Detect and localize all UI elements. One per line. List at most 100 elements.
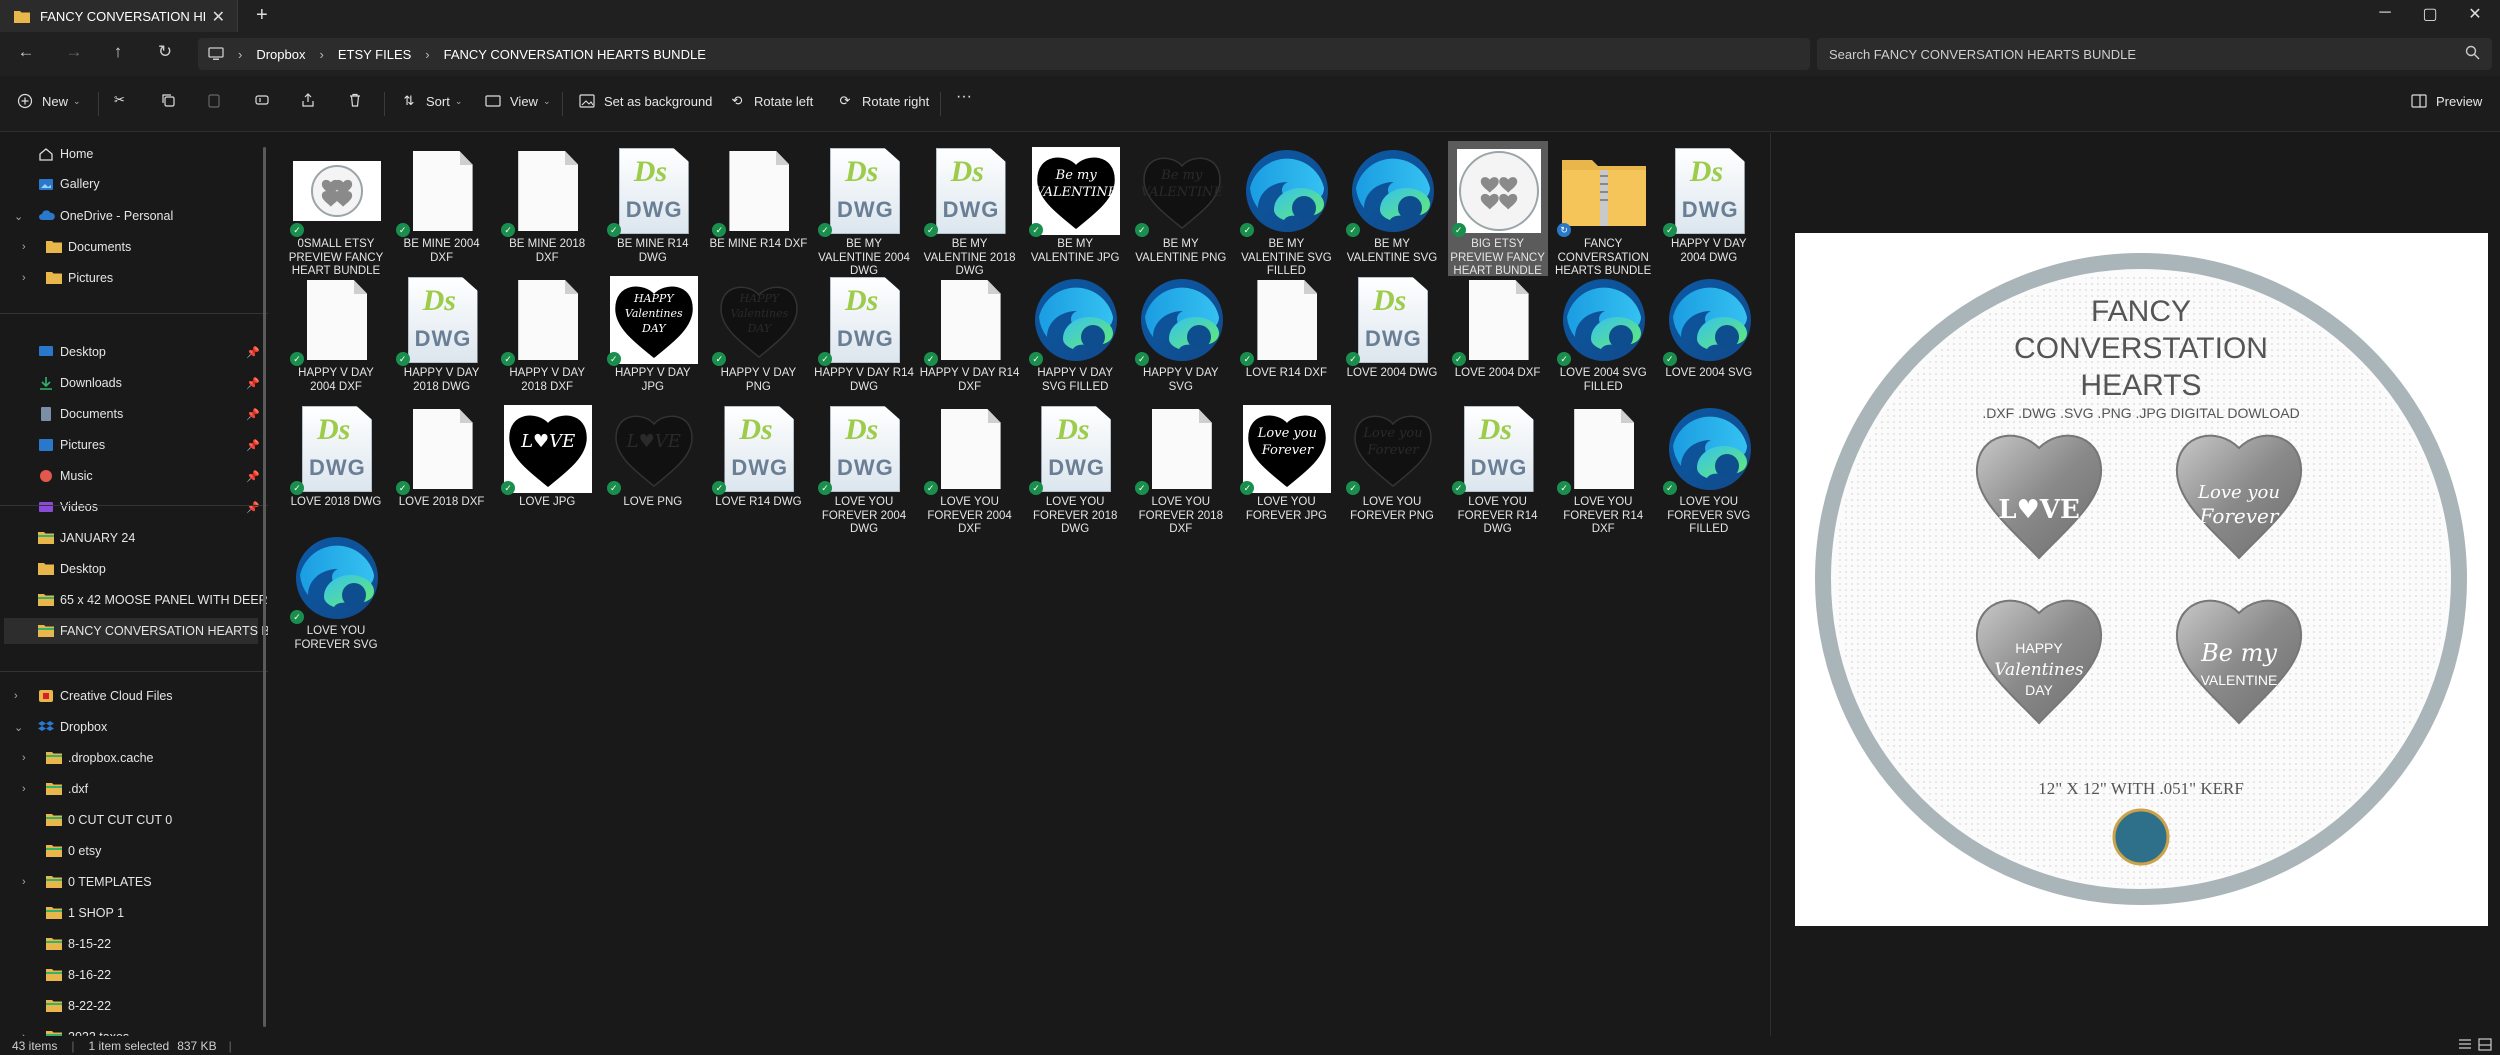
file-item[interactable]: Ds DWG ✓ BE MY VALENTINE 2018 DWG bbox=[920, 141, 1020, 277]
sidebar-item-onedrive[interactable]: ⌄ OneDrive - Personal bbox=[4, 203, 258, 229]
file-item[interactable]: ✓ BE MINE 2004 DXF bbox=[392, 141, 492, 276]
search-box[interactable] bbox=[1817, 38, 2492, 70]
sort-button[interactable]: ⇅ Sort ⌄ bbox=[400, 92, 463, 110]
file-item[interactable]: Ds DWG ✓ LOVE 2004 DWG bbox=[1342, 270, 1442, 405]
new-button[interactable]: New ⌄ bbox=[16, 92, 81, 110]
file-item[interactable]: ✓ HAPPY V DAY 2018 DXF bbox=[497, 270, 597, 405]
file-item[interactable]: Ds DWG ✓ HAPPY V DAY 2004 DWG bbox=[1659, 141, 1759, 276]
file-item[interactable]: ✓ BIG ETSY PREVIEW FANCY HEART BUNDLE bbox=[1447, 141, 1548, 277]
breadcrumb-dropbox[interactable]: Dropbox bbox=[256, 47, 305, 62]
rename-icon[interactable] bbox=[254, 92, 270, 108]
rotate-left-button[interactable]: ⟲ Rotate left bbox=[728, 92, 814, 110]
file-item[interactable]: ✓ LOVE 2004 SVG FILLED bbox=[1553, 270, 1653, 405]
sidebar-item-folder[interactable]: Desktop bbox=[4, 556, 258, 582]
file-item[interactable]: ✓ LOVE YOU FOREVER SVG FILLED bbox=[1659, 399, 1759, 535]
preview-pane-divider[interactable] bbox=[1770, 133, 1771, 1036]
up-arrow-icon[interactable]: ↑ bbox=[106, 42, 130, 62]
forward-arrow-icon[interactable]: → bbox=[62, 42, 86, 62]
sidebar-item-dropbox-folder[interactable]: 0 etsy bbox=[4, 838, 258, 864]
sidebar-item-folder[interactable]: FANCY CONVERSATION HEARTS BUND bbox=[4, 618, 268, 644]
sidebar-item-music[interactable]: Music 📌 bbox=[4, 463, 260, 489]
file-item[interactable]: ✓ HAPPY V DAY R14 DXF bbox=[920, 270, 1020, 405]
file-item[interactable]: ✓ HAPPY V DAY SVG bbox=[1131, 270, 1231, 405]
preview-button[interactable]: Preview bbox=[2410, 92, 2482, 110]
minimize-button[interactable]: ─ bbox=[2370, 4, 2400, 22]
view-button[interactable]: View ⌄ bbox=[484, 92, 551, 110]
address-bar[interactable]: › Dropbox › ETSY FILES › FANCY CONVERSAT… bbox=[198, 38, 1810, 70]
search-input[interactable] bbox=[1829, 44, 2449, 64]
copy-icon[interactable] bbox=[160, 92, 176, 108]
file-item[interactable]: ✓ HAPPY V DAY SVG FILLED bbox=[1025, 270, 1125, 405]
file-item[interactable]: Ds DWG ✓ BE MINE R14 DWG bbox=[603, 141, 703, 276]
file-item[interactable]: ✓ LOVE 2004 DXF bbox=[1448, 270, 1548, 405]
chevron-right-icon[interactable]: › bbox=[22, 752, 26, 764]
breadcrumb-etsy-files[interactable]: ETSY FILES bbox=[338, 47, 411, 62]
sidebar-item-onedrive-documents[interactable]: › Documents bbox=[4, 234, 258, 260]
sidebar-item-dropbox-folder[interactable]: 0 CUT CUT CUT 0 bbox=[4, 807, 258, 833]
sidebar-item-dropbox-folder[interactable]: › 0 TEMPLATES bbox=[4, 869, 258, 895]
sidebar-item-dropbox-folder[interactable]: › .dropbox.cache bbox=[4, 745, 258, 771]
chevron-right-icon[interactable]: › bbox=[22, 783, 26, 795]
file-item[interactable]: Be my VALENTINE ✓ BE MY VALENTINE JPG bbox=[1025, 141, 1125, 276]
tab-current[interactable]: FANCY CONVERSATION HEAR ✕ bbox=[0, 0, 238, 32]
sidebar-item-folder[interactable]: JANUARY 24 bbox=[4, 525, 258, 551]
file-item[interactable]: ↻ FANCY CONVERSATION HEARTS BUNDLE bbox=[1553, 141, 1653, 277]
file-item[interactable]: ✓ HAPPY V DAY 2004 DXF bbox=[286, 270, 386, 405]
file-item[interactable]: ✓ LOVE 2004 SVG bbox=[1659, 270, 1759, 405]
file-item[interactable]: Ds DWG ✓ LOVE YOU FOREVER 2004 DWG bbox=[814, 399, 914, 535]
sidebar-item-gallery[interactable]: Gallery bbox=[4, 171, 258, 197]
file-item[interactable]: ✓ LOVE YOU FOREVER 2004 DXF bbox=[920, 399, 1020, 535]
file-item[interactable]: ✓ BE MY VALENTINE SVG FILLED bbox=[1236, 141, 1336, 277]
file-item[interactable]: ✓ LOVE YOU FOREVER SVG bbox=[286, 528, 386, 663]
file-item[interactable]: ✓ 0SMALL ETSY PREVIEW FANCY HEART BUNDLE bbox=[286, 141, 386, 277]
file-item[interactable]: Be my VALENTINE ✓ BE MY VALENTINE PNG bbox=[1131, 141, 1231, 276]
chevron-right-icon[interactable]: › bbox=[22, 272, 26, 284]
breadcrumb-current-folder[interactable]: FANCY CONVERSATION HEARTS BUNDLE bbox=[444, 47, 706, 62]
sidebar-item-dropbox[interactable]: ⌄ Dropbox bbox=[4, 714, 258, 740]
file-item[interactable]: Ds DWG ✓ LOVE YOU FOREVER 2018 DWG bbox=[1025, 399, 1125, 535]
rotate-right-button[interactable]: ⟳ Rotate right bbox=[836, 92, 930, 110]
file-item[interactable]: Love you Forever ✓ LOVE YOU FOREVER PNG bbox=[1342, 399, 1442, 534]
sidebar-item-dropbox-folder[interactable]: 8-22-22 bbox=[4, 993, 258, 1019]
sidebar-item-dropbox-folder[interactable]: › .dxf bbox=[4, 776, 258, 802]
sidebar-item-documents[interactable]: Documents 📌 bbox=[4, 401, 260, 427]
file-item[interactable]: Ds DWG ✓ LOVE 2018 DWG bbox=[286, 399, 386, 534]
chevron-down-icon[interactable]: ⌄ bbox=[14, 210, 23, 223]
sidebar-item-desktop[interactable]: Desktop 📌 bbox=[4, 339, 260, 365]
sidebar-item-downloads[interactable]: Downloads 📌 bbox=[4, 370, 260, 396]
chevron-right-icon[interactable]: › bbox=[22, 876, 26, 888]
file-item[interactable]: ✓ BE MINE R14 DXF bbox=[708, 141, 808, 276]
sidebar-scrollbar[interactable] bbox=[263, 147, 266, 1027]
set-as-background-button[interactable]: Set as background bbox=[578, 92, 712, 110]
chevron-right-icon[interactable]: › bbox=[14, 690, 18, 702]
sidebar-item-videos[interactable]: Videos 📌 bbox=[4, 494, 260, 520]
delete-icon[interactable] bbox=[347, 92, 363, 108]
file-item[interactable]: HAPPY Valentines DAY ✓ HAPPY V DAY JPG bbox=[603, 270, 703, 405]
file-item[interactable]: ✓ LOVE 2018 DXF bbox=[392, 399, 492, 534]
close-tab-icon[interactable]: ✕ bbox=[212, 7, 225, 27]
file-item[interactable]: Ds DWG ✓ HAPPY V DAY 2018 DWG bbox=[392, 270, 492, 405]
file-item[interactable]: ✓ BE MINE 2018 DXF bbox=[497, 141, 597, 276]
file-item[interactable]: Love you Forever ✓ LOVE YOU FOREVER JPG bbox=[1236, 399, 1336, 534]
file-item[interactable]: ✓ BE MY VALENTINE SVG bbox=[1342, 141, 1442, 276]
sidebar-item-dropbox-folder[interactable]: 8-16-22 bbox=[4, 962, 258, 988]
file-item[interactable]: HAPPY Valentines DAY ✓ HAPPY V DAY PNG bbox=[708, 270, 808, 405]
more-options-icon[interactable]: ··· bbox=[956, 88, 972, 106]
new-tab-button[interactable]: + bbox=[256, 4, 268, 27]
file-item[interactable]: Ds DWG ✓ LOVE R14 DWG bbox=[708, 399, 808, 534]
file-item[interactable]: ✓ LOVE YOU FOREVER R14 DXF bbox=[1553, 399, 1653, 535]
details-view-icon[interactable] bbox=[2458, 1038, 2472, 1054]
sidebar-item-folder[interactable]: 65 x 42 MOOSE PANEL WITH DEER bbox=[4, 587, 268, 613]
sidebar-item-dropbox-folder[interactable]: 1 SHOP 1 bbox=[4, 900, 258, 926]
paste-icon[interactable] bbox=[206, 92, 222, 108]
sidebar-item-creative-cloud[interactable]: › Creative Cloud Files bbox=[4, 683, 258, 709]
maximize-button[interactable]: ▢ bbox=[2415, 4, 2445, 24]
file-item[interactable]: Ds DWG ✓ LOVE YOU FOREVER R14 DWG bbox=[1448, 399, 1548, 535]
cut-icon[interactable]: ✂ bbox=[114, 92, 125, 108]
file-item[interactable]: L♥VE ✓ LOVE PNG bbox=[603, 399, 703, 534]
large-icons-view-icon[interactable] bbox=[2478, 1038, 2492, 1054]
sidebar-item-pictures[interactable]: Pictures 📌 bbox=[4, 432, 260, 458]
sidebar-item-dropbox-folder[interactable]: 8-15-22 bbox=[4, 931, 258, 957]
refresh-icon[interactable]: ↻ bbox=[153, 42, 177, 62]
file-item[interactable]: ✓ LOVE YOU FOREVER 2018 DXF bbox=[1131, 399, 1231, 535]
